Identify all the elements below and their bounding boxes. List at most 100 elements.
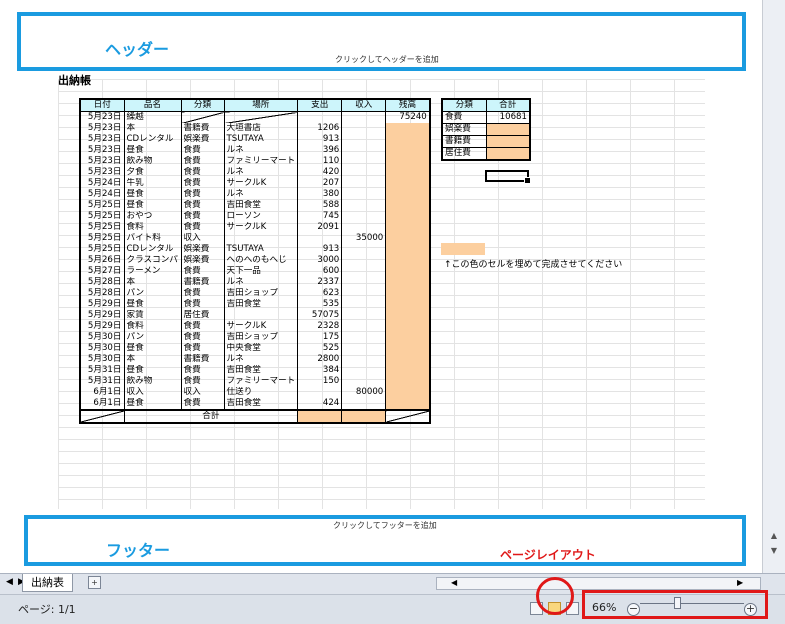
cell-date[interactable]: 6月1日 — [79, 398, 124, 410]
cell-income[interactable] — [341, 156, 386, 167]
cell-balance[interactable] — [385, 288, 431, 299]
cell-income[interactable] — [341, 376, 386, 387]
cell-category[interactable]: 書籍費 — [180, 354, 224, 365]
cell-place[interactable]: サークルK — [223, 222, 298, 233]
summary-row[interactable]: 食費 10681 — [441, 111, 531, 124]
cell-balance[interactable] — [385, 310, 431, 321]
cell-date[interactable]: 5月25日 — [79, 222, 124, 233]
cell-expense[interactable]: 913 — [297, 244, 342, 255]
cell-expense[interactable]: 420 — [297, 167, 342, 178]
cell-item[interactable]: 本 — [123, 123, 181, 134]
cell-balance[interactable]: 75240 — [385, 111, 431, 123]
cell-category[interactable]: 食費 — [180, 376, 224, 387]
cell-date[interactable]: 5月29日 — [79, 321, 124, 332]
cell-date[interactable]: 5月24日 — [79, 178, 124, 189]
cell-category[interactable]: 食費 — [180, 211, 224, 222]
cell-income[interactable] — [341, 288, 386, 299]
ledger-col-header[interactable]: 支出 — [297, 98, 342, 112]
table-row[interactable]: 5月26日 クラスコンパ 娯楽費 へのへのもへじ 3000 — [79, 255, 431, 266]
cell-income[interactable]: 80000 — [341, 387, 386, 398]
ledger-col-header[interactable]: 収入 — [341, 98, 386, 112]
cell-item[interactable]: 昼食 — [123, 365, 181, 376]
table-row[interactable]: 5月30日 パン 食費 吉田ショップ 175 — [79, 332, 431, 343]
cell-expense[interactable]: 175 — [297, 332, 342, 343]
scroll-page-up-icon[interactable]: ▲ — [767, 530, 781, 542]
summary-col-header[interactable]: 分類 — [441, 98, 487, 112]
table-row[interactable]: 5月25日 昼食 食費 吉田食堂 588 — [79, 200, 431, 211]
horizontal-scrollbar[interactable]: ◀ ▶ — [436, 577, 761, 590]
scroll-page-down-icon[interactable]: ▼ — [767, 545, 781, 557]
cell-category[interactable]: 食費 — [180, 222, 224, 233]
total-label[interactable]: 合計 — [123, 409, 298, 424]
cell-category[interactable]: 娯楽費 — [180, 134, 224, 145]
cell-item[interactable]: おやつ — [123, 211, 181, 222]
cell-place[interactable]: 吉田食堂 — [223, 398, 298, 410]
cell-category[interactable]: 食費 — [180, 189, 224, 200]
cell-item[interactable]: 飲み物 — [123, 376, 181, 387]
cell-balance[interactable] — [385, 299, 431, 310]
cell-income[interactable] — [341, 299, 386, 310]
table-row[interactable]: 5月24日 昼食 食費 ルネ 380 — [79, 189, 431, 200]
cell-category[interactable]: 食費 — [180, 266, 224, 277]
cell-income[interactable] — [341, 111, 386, 123]
cell-category[interactable]: 食費 — [180, 145, 224, 156]
sheet-title[interactable]: 出納帳 — [58, 72, 91, 88]
summary-total[interactable] — [485, 135, 531, 148]
cell-balance[interactable] — [385, 244, 431, 255]
cell-item[interactable]: バイト料 — [123, 233, 181, 244]
table-row[interactable]: 5月23日 飲み物 食費 ファミリーマート 110 — [79, 156, 431, 167]
cell-expense[interactable]: 2800 — [297, 354, 342, 365]
hint-text[interactable]: ↑この色のセルを埋めて完成させてください — [444, 257, 622, 270]
cell-place[interactable]: ルネ — [223, 145, 298, 156]
summary-table[interactable]: 分類 合計 食費 10681 娯楽費 書籍費 居住費 — [441, 98, 531, 161]
summary-category[interactable]: 食費 — [441, 111, 487, 124]
table-row[interactable]: 6月1日 昼食 食費 吉田食堂 424 — [79, 398, 431, 410]
cell-income[interactable] — [341, 343, 386, 354]
table-row[interactable]: 5月25日 バイト料 収入 35000 — [79, 233, 431, 244]
cell-place[interactable]: 吉田食堂 — [223, 365, 298, 376]
cell-income[interactable] — [341, 255, 386, 266]
summary-total[interactable] — [485, 123, 531, 136]
cell-place[interactable]: へのへのもへじ — [223, 255, 298, 266]
cell-expense[interactable]: 600 — [297, 266, 342, 277]
cell-date[interactable]: 5月23日 — [79, 123, 124, 134]
cell-category[interactable]: 食費 — [180, 332, 224, 343]
cell-income[interactable] — [341, 123, 386, 134]
cell-date[interactable]: 5月23日 — [79, 145, 124, 156]
cell-balance[interactable] — [385, 321, 431, 332]
total-income-cell[interactable] — [341, 409, 386, 424]
ledger-table[interactable]: 日付 品名 分類 場所 支出 収入 残高 5月23日 繰越 75240 5月23日本書籍費 大垣書店… — [79, 98, 431, 424]
table-row[interactable]: 5月29日 食料 食費 サークルK 2328 — [79, 321, 431, 332]
cell-category[interactable]: 娯楽費 — [180, 255, 224, 266]
cell-place[interactable] — [223, 233, 298, 244]
cell-category[interactable]: 食費 — [180, 200, 224, 211]
table-row[interactable]: 5月23日 昼食 食費 ルネ 396 — [79, 145, 431, 156]
cell-place[interactable]: TSUTAYA — [223, 244, 298, 255]
sheet-tab-suitouhyou[interactable]: 出納表 — [22, 574, 73, 592]
table-row[interactable]: 5月23日 夕食 食費 ルネ 420 — [79, 167, 431, 178]
cell-item[interactable]: クラスコンパ — [123, 255, 181, 266]
cell-balance[interactable] — [385, 266, 431, 277]
insert-sheet-icon[interactable]: + — [88, 576, 101, 589]
cell-date[interactable]: 5月25日 — [79, 211, 124, 222]
cell-income[interactable] — [341, 365, 386, 376]
cell-income[interactable] — [341, 200, 386, 211]
table-row[interactable]: 5月23日 CDレンタル 娯楽費 TSUTAYA 913 — [79, 134, 431, 145]
cell-date[interactable]: 5月23日 — [79, 167, 124, 178]
cell-item[interactable]: 昼食 — [123, 200, 181, 211]
cell-date[interactable]: 5月31日 — [79, 365, 124, 376]
table-row[interactable]: 5月28日 パン 食費 吉田ショップ 623 — [79, 288, 431, 299]
ledger-col-header[interactable]: 日付 — [79, 98, 124, 112]
cell-category[interactable]: 収入 — [180, 387, 224, 398]
table-row[interactable]: 5月31日 昼食 食費 吉田食堂 384 — [79, 365, 431, 376]
cell-place[interactable]: ルネ — [223, 189, 298, 200]
cell-item[interactable]: CDレンタル — [123, 134, 181, 145]
table-row[interactable]: 5月29日 昼食 食費 吉田食堂 535 — [79, 299, 431, 310]
ledger-col-header[interactable]: 品名 — [123, 98, 181, 112]
cell-expense[interactable]: 207 — [297, 178, 342, 189]
cell-income[interactable] — [341, 398, 386, 410]
cell-income[interactable] — [341, 189, 386, 200]
cell-date[interactable]: 6月1日 — [79, 387, 124, 398]
cell-income[interactable]: 35000 — [341, 233, 386, 244]
table-row[interactable]: 5月27日 ラーメン 食費 天下一品 600 — [79, 266, 431, 277]
